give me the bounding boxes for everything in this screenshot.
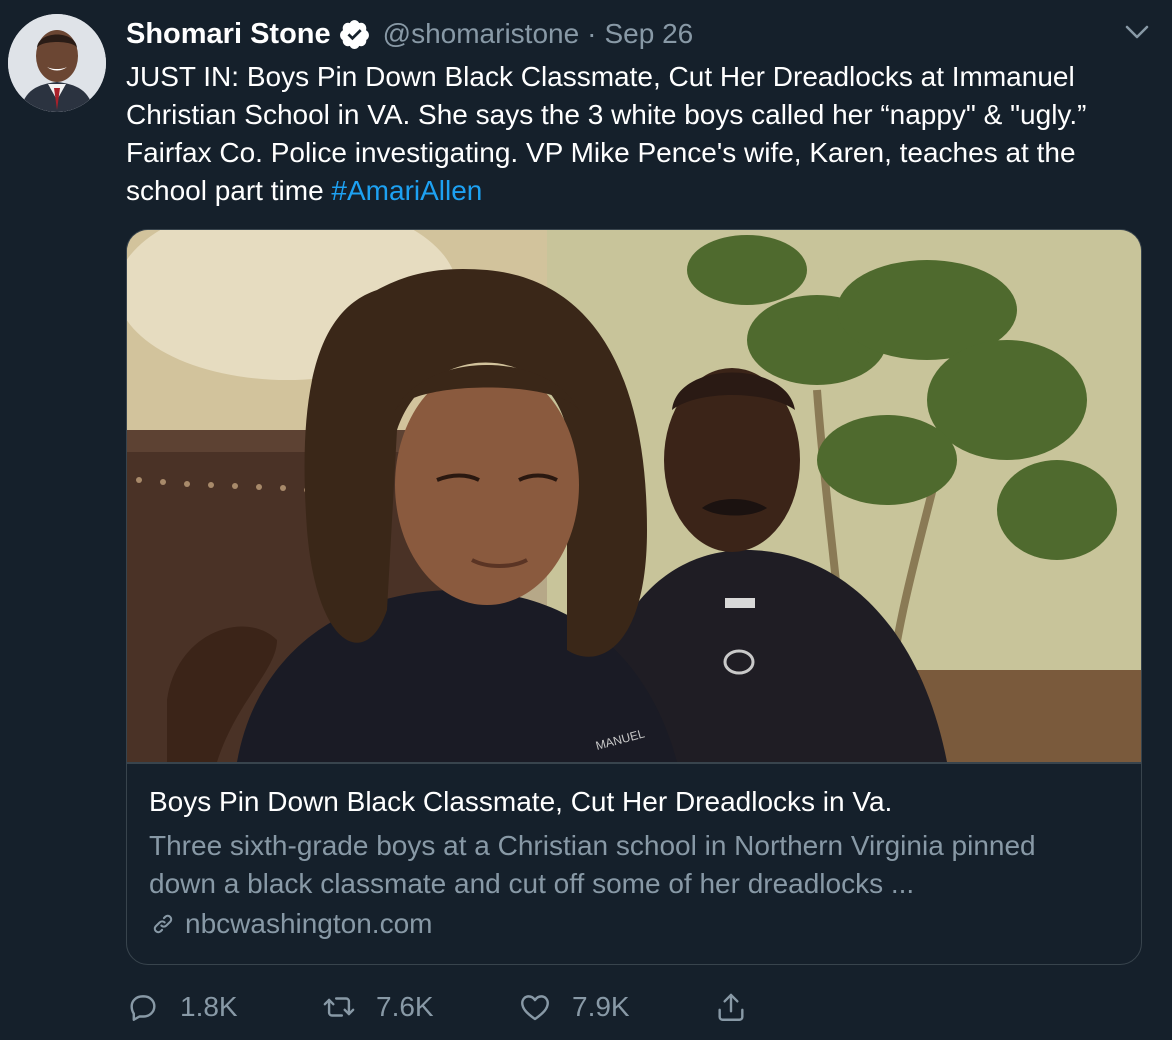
card-domain[interactable]: nbcwashington.com [149, 904, 432, 944]
reply-count: 1.8K [180, 991, 238, 1022]
author-name[interactable]: Shomari Stone [126, 18, 331, 51]
hashtag-link[interactable]: #AmariAllen [331, 175, 482, 206]
card-domain-text: nbcwashington.com [185, 908, 433, 939]
share-button[interactable] [714, 990, 768, 1024]
share-icon [718, 993, 744, 1021]
avatar[interactable] [8, 14, 106, 112]
card-title[interactable]: Boys Pin Down Black Classmate, Cut Her D… [149, 786, 892, 818]
separator-dot: · [587, 18, 597, 49]
retweet-button[interactable]: 7.6K [322, 990, 518, 1024]
verified-badge-icon [338, 18, 371, 51]
card-photo: MANUEL [127, 230, 1141, 762]
like-count: 7.9K [572, 991, 630, 1022]
like-button[interactable]: 7.9K [518, 990, 714, 1024]
card-divider [127, 762, 1141, 764]
tweet-header: Shomari Stone @shomaristone · Sep 26 [126, 14, 693, 54]
heart-icon [521, 995, 549, 1021]
card-image[interactable]: MANUEL [127, 230, 1141, 762]
retweet-count: 7.6K [376, 991, 434, 1022]
tweet-date[interactable]: Sep 26 [605, 18, 694, 50]
retweet-icon [323, 997, 355, 1017]
tweet-body: JUST IN: Boys Pin Down Black Classmate, … [126, 61, 1087, 206]
action-bar: 1.8K 7.6K 7.9K [126, 985, 768, 1029]
link-card[interactable]: MANUEL Boys Pin Down Black Classmate, Cu… [126, 229, 1142, 965]
author-handle[interactable]: @shomaristone [383, 18, 580, 50]
reply-button[interactable]: 1.8K [126, 990, 322, 1024]
link-icon [153, 914, 173, 934]
avatar-photo [8, 14, 106, 112]
tweet-text: JUST IN: Boys Pin Down Black Classmate, … [126, 58, 1146, 210]
chevron-down-icon[interactable] [1124, 22, 1150, 42]
card-description: Three sixth-grade boys at a Christian sc… [149, 830, 1036, 899]
reply-icon [130, 995, 156, 1021]
